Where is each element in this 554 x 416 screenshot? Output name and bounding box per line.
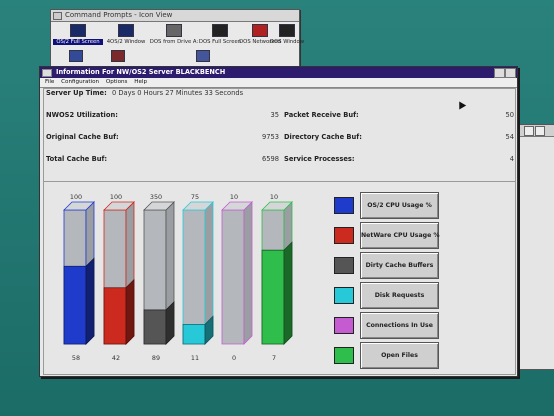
bar-tube xyxy=(182,209,206,345)
icon-dos-window[interactable]: DOS Window xyxy=(267,24,307,45)
bar-fill xyxy=(63,265,87,345)
original-cache-label: Original Cache Buf: xyxy=(46,133,119,141)
bar-fill xyxy=(143,309,167,345)
bar-value-label: 11 xyxy=(190,354,200,362)
icon-os2-full-screen[interactable]: OS/2 Full Screen xyxy=(53,24,103,45)
bar-max-label: 10 xyxy=(269,193,279,201)
packet-receive-label: Packet Receive Buf: xyxy=(284,111,359,119)
minimize-icon[interactable] xyxy=(524,126,534,136)
legend-swatch xyxy=(334,227,354,244)
bar-value-label: 7 xyxy=(271,354,277,362)
uptime-value: 0 Days 0 Hours 27 Minutes 33 Seconds xyxy=(112,89,244,97)
background-window-titlebar[interactable] xyxy=(519,125,554,137)
legend-swatch xyxy=(334,257,354,274)
bar-tube xyxy=(221,209,245,345)
service-processes-label: Service Processes: xyxy=(284,155,355,163)
bar-chart xyxy=(63,201,293,345)
chart-panel: 100 100 350 75 10 10 58 42 89 11 0 7 OS/2 CPU Usag… xyxy=(43,181,516,375)
grid-program-icon[interactable] xyxy=(196,50,210,62)
directory-cache-label: Directory Cache Buf: xyxy=(284,133,362,141)
menu-bar: File Configuration Options Help xyxy=(40,78,517,88)
maximize-icon[interactable] xyxy=(505,68,516,78)
dos-drive-icon xyxy=(166,24,182,37)
directory-cache-value: 54 xyxy=(505,133,514,141)
legend-button[interactable]: Disk Requests xyxy=(360,282,439,309)
bar-fill-side xyxy=(125,278,135,345)
window-title: Information For NW/OS2 Server BLACKBENCH xyxy=(56,68,226,76)
legend-button[interactable]: OS/2 CPU Usage % xyxy=(360,192,439,219)
original-cache-value: 9753 xyxy=(261,133,279,141)
icon-view-titlebar[interactable]: Command Prompts - Icon View xyxy=(51,10,299,22)
bar-value-label: 89 xyxy=(151,354,161,362)
bar-max-label: 10 xyxy=(229,193,239,201)
server-info-window[interactable]: Information For NW/OS2 Server BLACKBENCH… xyxy=(39,66,518,377)
bar-max-label: 100 xyxy=(69,193,83,201)
program-icon[interactable] xyxy=(69,50,83,62)
menu-options[interactable]: Options xyxy=(106,78,128,87)
service-processes-value: 4 xyxy=(509,155,514,163)
bar-fill xyxy=(182,323,206,345)
system-menu-icon[interactable] xyxy=(53,12,62,20)
dos-screen-icon xyxy=(212,24,228,37)
icon-row: OS/2 Full Screen 4OS/2 Window DOS from D… xyxy=(53,24,304,50)
bar-tube-side xyxy=(243,201,253,345)
bar-value-label: 0 xyxy=(231,354,237,362)
bar-value-label: 42 xyxy=(111,354,121,362)
nwos2-utilization-value: 35 xyxy=(270,111,279,119)
bar-max-label: 350 xyxy=(149,193,163,201)
os2-screen-icon xyxy=(70,24,86,37)
legend-button[interactable]: Connections In Use xyxy=(360,312,439,339)
menu-file[interactable]: File xyxy=(45,78,54,87)
bar-max-label: 75 xyxy=(190,193,200,201)
program-icon[interactable] xyxy=(111,50,125,62)
legend-swatch xyxy=(334,347,354,364)
minimize-icon[interactable] xyxy=(494,68,505,78)
system-menu-icon[interactable] xyxy=(42,69,52,77)
legend-button[interactable]: Dirty Cache Buffers xyxy=(360,252,439,279)
menu-help[interactable]: Help xyxy=(134,78,147,87)
icon-view-window[interactable]: Command Prompts - Icon View OS/2 Full Sc… xyxy=(50,9,304,71)
maximize-icon[interactable] xyxy=(535,126,545,136)
legend-button[interactable]: Open Files xyxy=(360,342,439,369)
menu-configuration[interactable]: Configuration xyxy=(61,78,99,87)
bar-max-label: 100 xyxy=(109,193,123,201)
bar-fill-side xyxy=(283,241,293,345)
legend-swatch xyxy=(334,197,354,214)
background-window-right[interactable] xyxy=(518,124,554,370)
icon-dos-from-drive-a[interactable]: DOS from Drive A: xyxy=(149,24,199,45)
bar-fill-side xyxy=(85,257,95,345)
packet-receive-value: 50 xyxy=(505,111,514,119)
uptime-label: Server Up Time: xyxy=(46,89,107,97)
bar-fill xyxy=(261,249,285,345)
bar-fill xyxy=(103,287,127,345)
dos-window-icon xyxy=(279,24,295,37)
bar-fill-side xyxy=(165,300,175,345)
legend-button[interactable]: NetWare CPU Usage % xyxy=(360,222,440,249)
legend-swatch xyxy=(334,287,354,304)
os2-window-icon xyxy=(118,24,134,37)
icon-4os2-window[interactable]: 4OS/2 Window xyxy=(101,24,151,45)
window-titlebar[interactable]: Information For NW/OS2 Server BLACKBENCH xyxy=(40,67,517,78)
nwos2-utilization-label: NWOS2 Utilization: xyxy=(46,111,118,119)
network-icon xyxy=(252,24,268,37)
bar-value-label: 58 xyxy=(71,354,81,362)
icon-view-title: Command Prompts - Icon View xyxy=(65,11,173,19)
total-cache-label: Total Cache Buf: xyxy=(46,155,108,163)
legend-swatch xyxy=(334,317,354,334)
total-cache-value: 6598 xyxy=(261,155,279,163)
